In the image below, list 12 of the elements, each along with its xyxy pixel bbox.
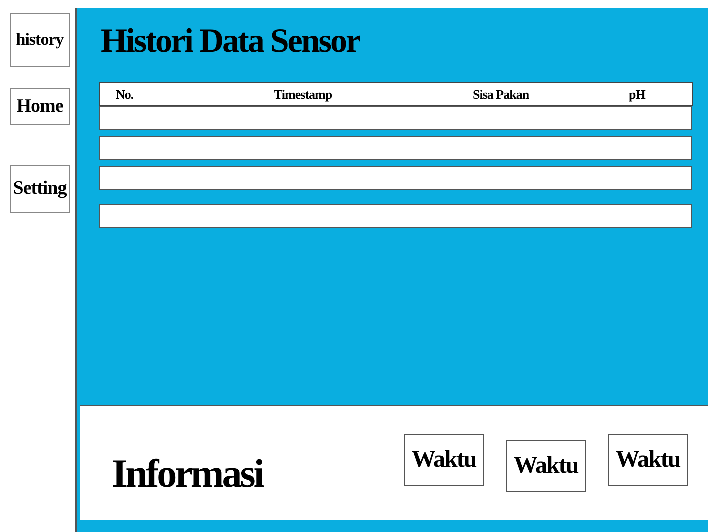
sidebar-item[interactable]: history xyxy=(10,13,70,67)
sidebar-item[interactable]: Home xyxy=(10,88,70,125)
info-title: Informasi xyxy=(112,450,263,496)
column-header: pH xyxy=(629,87,646,103)
time-button[interactable]: Waktu xyxy=(404,434,484,486)
column-header: Sisa Pakan xyxy=(473,87,530,103)
sidebar-item[interactable]: Setting xyxy=(10,165,70,213)
column-header: Timestamp xyxy=(274,87,332,103)
page-title: Histori Data Sensor xyxy=(100,22,362,62)
time-button[interactable]: Waktu xyxy=(506,440,586,492)
column-header: No. xyxy=(116,87,134,103)
time-button[interactable]: Waktu xyxy=(608,434,688,486)
